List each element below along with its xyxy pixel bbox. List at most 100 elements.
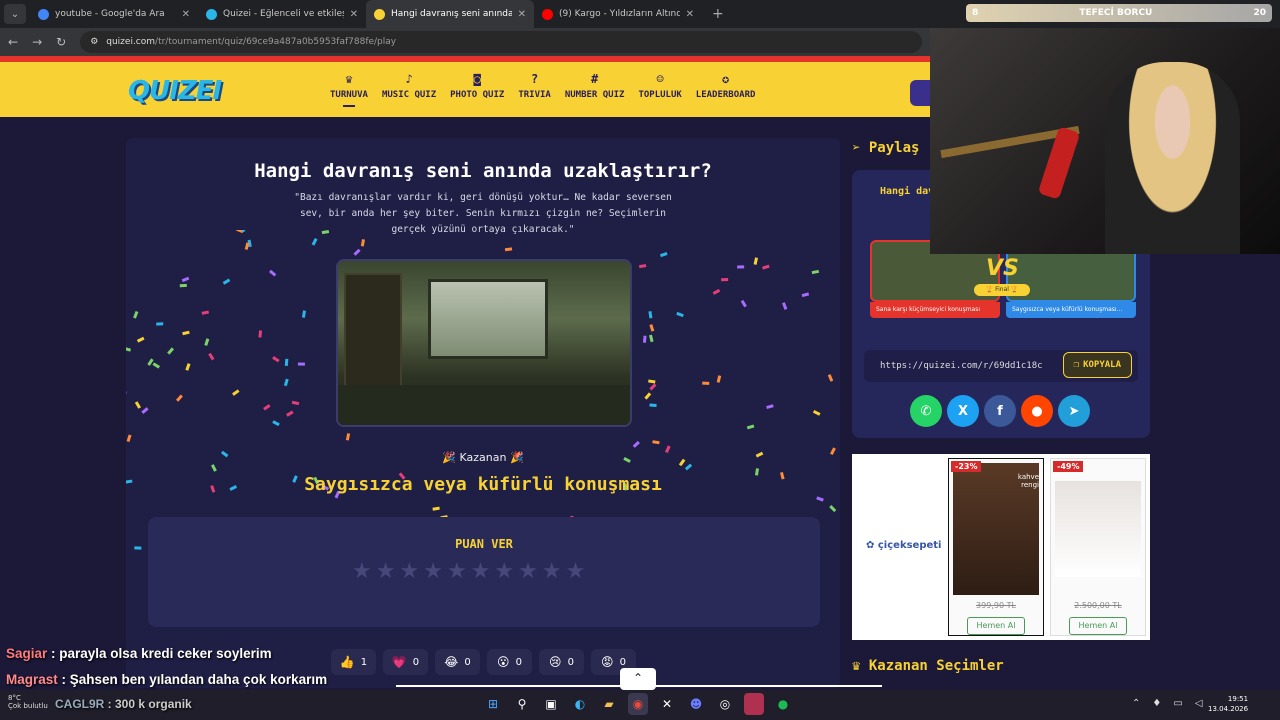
browser-tab[interactable]: youtube - Google'da Ara ✕ bbox=[30, 0, 198, 28]
streamer bbox=[1105, 62, 1240, 254]
tray-expand-icon[interactable]: ⌃ bbox=[1132, 698, 1140, 709]
rating-star-icon[interactable]: ★ bbox=[566, 561, 586, 583]
rating-star-icon[interactable]: ★ bbox=[352, 561, 372, 583]
back-icon[interactable]: ← bbox=[8, 35, 18, 49]
question-icon: ? bbox=[530, 72, 539, 86]
nav-item-topluluk[interactable]: ☺ TOPLULUK bbox=[638, 72, 681, 107]
reaction-emoji-icon: 💗 bbox=[391, 655, 407, 669]
search-icon[interactable]: ⚲ bbox=[512, 693, 532, 715]
new-tab-button[interactable]: + bbox=[712, 6, 724, 22]
rating-star-icon[interactable]: ★ bbox=[376, 561, 396, 583]
tab-close-icon[interactable]: ✕ bbox=[350, 9, 358, 20]
browser-tab[interactable]: Hangi davranış seni anında uza ✕ bbox=[366, 0, 534, 28]
address-bar-row: ← → ↻ ⚙ quizei.com/tr/tournament/quiz/69… bbox=[0, 28, 930, 56]
image-window bbox=[428, 279, 548, 359]
share-link-field[interactable]: https://quizei.com/r/69dd1c18c ❐ KOPYALA bbox=[864, 350, 1138, 382]
network-icon[interactable]: ▭ bbox=[1173, 698, 1182, 709]
tab-close-icon[interactable]: ✕ bbox=[182, 9, 190, 20]
url-input[interactable]: ⚙ quizei.com/tr/tournament/quiz/69ce9a48… bbox=[80, 31, 922, 53]
edge-icon[interactable]: ◐ bbox=[570, 693, 590, 715]
browser-tab[interactable]: (9) Kargo - Yıldızların Altında (O ✕ bbox=[534, 0, 702, 28]
reaction-emoji-icon: 👍 bbox=[339, 655, 355, 669]
reload-icon[interactable]: ↻ bbox=[56, 35, 66, 49]
ad-brand-logo[interactable]: ✿ çiçeksepeti bbox=[866, 540, 941, 551]
tab-favicon-icon bbox=[206, 8, 217, 20]
chat-text: : 300 k organik bbox=[104, 697, 192, 711]
right-choice-caption: Saygısızca veya küfürlü konuşması... bbox=[1006, 302, 1136, 318]
nav-item-number-quiz[interactable]: # NUMBER QUIZ bbox=[565, 72, 625, 107]
rating-panel: PUAN VER ★ ★ ★ ★ ★ ★ ★ ★ ★ ★ bbox=[148, 517, 820, 627]
nav-item-trivia[interactable]: ? TRIVIA bbox=[518, 72, 551, 107]
telegram-icon[interactable]: ➤ bbox=[1058, 395, 1090, 427]
task-view-icon[interactable]: ▣ bbox=[541, 693, 561, 715]
reaction-button[interactable]: 👍 1 bbox=[331, 649, 376, 675]
rating-star-icon[interactable]: ★ bbox=[542, 561, 562, 583]
obs-icon[interactable]: ◎ bbox=[715, 693, 735, 715]
start-icon[interactable]: ⊞ bbox=[483, 693, 503, 715]
app-icon[interactable] bbox=[744, 693, 764, 715]
rating-star-icon[interactable]: ★ bbox=[471, 561, 491, 583]
image-floor bbox=[338, 385, 630, 425]
rating-star-icon[interactable]: ★ bbox=[423, 561, 443, 583]
tab-title: Quizei - Eğlenceli ve etkileşimli bbox=[223, 9, 344, 19]
taskbar-apps: ⊞ ⚲ ▣ ◐ ▰ ◉ ✕ ☻ ◎ ● bbox=[483, 693, 793, 715]
camera-icon: ◙ bbox=[473, 72, 481, 86]
reaction-emoji-icon: 😢 bbox=[549, 655, 562, 669]
x-icon[interactable]: X bbox=[947, 395, 979, 427]
share-link: https://quizei.com/r/69dd1c18c bbox=[880, 361, 1043, 371]
whatsapp-icon[interactable]: ✆ bbox=[910, 395, 942, 427]
reaction-button[interactable]: 💗 0 bbox=[383, 649, 428, 675]
buy-now-button[interactable]: Hemen Al bbox=[1069, 617, 1127, 635]
weather-widget[interactable]: 8°C Çok bulutlu bbox=[8, 694, 48, 710]
chrome-icon[interactable]: ◉ bbox=[628, 693, 648, 715]
nav-item-turnuva[interactable]: ♛ TURNUVA bbox=[330, 72, 368, 107]
rating-star-icon[interactable]: ★ bbox=[518, 561, 538, 583]
chat-user: Sagiar bbox=[6, 646, 48, 661]
file-explorer-icon[interactable]: ▰ bbox=[599, 693, 619, 715]
site-info-icon[interactable]: ⚙ bbox=[90, 37, 98, 47]
left-choice-caption: Sana karşı küçümseyici konuşması bbox=[870, 302, 1000, 318]
spotify-icon[interactable]: ● bbox=[773, 693, 793, 715]
advertisement[interactable]: ✿ çiçeksepeti -23% kahve rengi 399,90 TL… bbox=[852, 454, 1150, 640]
clock[interactable]: 19:51 13.04.2026 bbox=[1208, 694, 1248, 714]
tab-search-button[interactable]: ⌄ bbox=[4, 4, 26, 24]
winner-image bbox=[336, 259, 632, 427]
tab-close-icon[interactable]: ✕ bbox=[518, 9, 526, 20]
rating-star-icon[interactable]: ★ bbox=[447, 561, 467, 583]
product-discount: -23% bbox=[951, 461, 982, 472]
volume-icon[interactable]: ◁ bbox=[1195, 698, 1203, 709]
ticker-left: 8 bbox=[972, 8, 979, 18]
nav-item-leaderboard[interactable]: ✪ LEADERBOARD bbox=[696, 72, 756, 107]
tab-favicon-icon bbox=[542, 8, 553, 20]
nav-item-music-quiz[interactable]: ♪ MUSIC QUIZ bbox=[382, 72, 436, 107]
reddit-icon[interactable]: ● bbox=[1021, 395, 1053, 427]
product-price: 2.500,00 TL bbox=[1074, 601, 1122, 610]
ad-product-1[interactable]: -23% kahve rengi 399,90 TL Hemen Al bbox=[948, 458, 1044, 636]
ad-product-2[interactable]: -49% 2.500,00 TL Hemen Al bbox=[1050, 458, 1146, 636]
system-tray: ⌃ ♦ ▭ ◁ bbox=[1132, 698, 1203, 709]
site-header: QUIZEI ♛ TURNUVA ♪ MUSIC QUIZ ◙ PHOTO QUIZ ? TR… bbox=[0, 56, 934, 117]
forward-icon[interactable]: → bbox=[32, 35, 42, 49]
nav-item-photo-quiz[interactable]: ◙ PHOTO QUIZ bbox=[450, 72, 504, 107]
facebook-icon[interactable]: f bbox=[984, 395, 1016, 427]
browser-tab[interactable]: Quizei - Eğlenceli ve etkileşimli ✕ bbox=[198, 0, 366, 28]
reaction-count: 0 bbox=[412, 656, 420, 668]
nav-label: LEADERBOARD bbox=[695, 90, 756, 100]
tab-close-icon[interactable]: ✕ bbox=[686, 9, 694, 20]
x-app-icon[interactable]: ✕ bbox=[657, 693, 677, 715]
copy-label: KOPYALA bbox=[1083, 360, 1121, 370]
copy-icon: ❐ bbox=[1073, 360, 1080, 370]
buy-now-button[interactable]: Hemen Al bbox=[967, 617, 1025, 635]
rating-star-icon[interactable]: ★ bbox=[494, 561, 514, 583]
copy-button[interactable]: ❐ KOPYALA bbox=[1062, 352, 1132, 378]
mic-icon[interactable]: ♦ bbox=[1152, 698, 1161, 709]
reaction-count: 0 bbox=[619, 656, 626, 668]
reaction-button[interactable]: 😂 0 bbox=[435, 649, 480, 675]
reaction-count: 0 bbox=[567, 656, 574, 668]
rating-star-icon[interactable]: ★ bbox=[399, 561, 419, 583]
share-title-text: Paylaş bbox=[868, 140, 920, 156]
discord-icon[interactable]: ☻ bbox=[686, 693, 706, 715]
quizei-logo[interactable]: QUIZEI bbox=[128, 76, 222, 106]
reaction-button[interactable]: 😢 0 bbox=[539, 649, 584, 675]
reaction-button[interactable]: 😮 0 bbox=[487, 649, 532, 675]
